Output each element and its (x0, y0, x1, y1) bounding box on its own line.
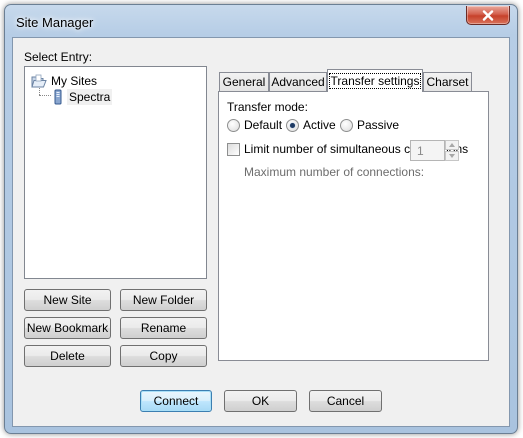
folder-open-icon (31, 74, 47, 87)
chevron-up-icon (449, 143, 455, 147)
tree-item-my-sites[interactable]: My Sites (31, 73, 99, 89)
tab-label: Transfer settings (328, 73, 422, 89)
stepper-down-button[interactable] (445, 151, 459, 161)
site-tree[interactable]: My Sites Spectra (24, 66, 207, 279)
window-title: Site Manager (16, 15, 94, 30)
tab-general[interactable]: General (219, 72, 269, 91)
tree-item-label: My Sites (51, 74, 98, 88)
new-bookmark-button[interactable]: New Bookmark (24, 317, 111, 339)
tree-connector (39, 95, 51, 96)
dialog-client-area: Select Entry: My Sites Spectra New Site … (12, 37, 510, 427)
server-icon (54, 89, 62, 105)
checkbox-indicator[interactable] (227, 142, 240, 156)
title-bar[interactable]: Site Manager (5, 5, 517, 39)
tab-label: Advanced (271, 75, 325, 89)
radio-passive[interactable]: Passive (340, 118, 399, 132)
new-folder-button[interactable]: New Folder (120, 289, 207, 311)
site-manager-window: Site Manager Select Entry: My Sites Spec… (4, 4, 518, 434)
chevron-down-icon (449, 154, 455, 158)
stepper-up-button[interactable] (445, 140, 459, 150)
tree-item-label: Spectra (67, 89, 113, 105)
radio-label: Active (303, 118, 336, 132)
radio-default[interactable]: Default (227, 118, 282, 132)
new-site-button[interactable]: New Site (24, 289, 111, 311)
transfer-mode-label: Transfer mode: (227, 100, 308, 114)
max-connections-stepper[interactable]: 1 (410, 140, 459, 161)
rename-button[interactable]: Rename (120, 317, 207, 339)
tab-label: General (222, 75, 266, 89)
max-connections-label: Maximum number of connections: (244, 165, 425, 179)
radio-active[interactable]: Active (286, 118, 336, 132)
radio-label: Default (244, 118, 283, 132)
max-connections-input[interactable]: 1 (410, 140, 445, 161)
tab-charset[interactable]: Charset (423, 72, 472, 91)
tab-transfer-settings[interactable]: Transfer settings (327, 69, 423, 92)
close-button[interactable] (466, 6, 510, 25)
radio-indicator[interactable] (286, 118, 299, 132)
delete-button[interactable]: Delete (24, 345, 111, 367)
radio-indicator[interactable] (227, 118, 240, 132)
radio-indicator[interactable] (340, 118, 353, 132)
close-icon (482, 9, 494, 21)
copy-button[interactable]: Copy (120, 345, 207, 367)
select-entry-label: Select Entry: (24, 50, 93, 64)
cancel-button[interactable]: Cancel (309, 390, 382, 412)
tab-advanced[interactable]: Advanced (269, 72, 327, 91)
radio-label: Passive (357, 118, 400, 132)
tree-item-spectra[interactable]: Spectra (52, 89, 113, 105)
ok-button[interactable]: OK (224, 390, 297, 412)
transfer-settings-panel: Transfer mode: Default Active Passive Li… (218, 91, 489, 361)
tab-label: Charset (426, 75, 469, 89)
connect-button[interactable]: Connect (140, 390, 212, 412)
